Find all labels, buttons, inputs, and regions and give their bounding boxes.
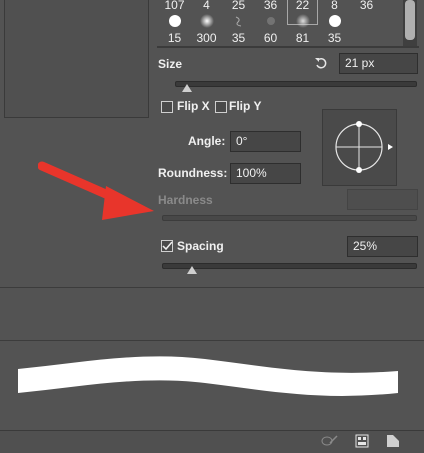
hard-round-brush-icon: [328, 15, 341, 27]
preset-size-label: 25: [231, 0, 246, 12]
brush-angle-icon: [335, 121, 393, 173]
preset-size-label: 35: [327, 31, 342, 45]
hardness-slider-track: [162, 215, 417, 221]
roundness-input[interactable]: 100%: [230, 163, 301, 184]
preset-35b[interactable]: 35: [320, 12, 349, 45]
size-slider-thumb[interactable]: [182, 84, 192, 92]
size-slider-track[interactable]: [175, 81, 417, 87]
preset-36b[interactable]: 36: [352, 0, 381, 24]
airbrush-icon: [295, 14, 310, 28]
preset-size-label: 22: [295, 0, 310, 12]
preset-size-label: 4: [203, 0, 210, 12]
angle-input[interactable]: 0°: [230, 131, 301, 152]
spacing-slider-track[interactable]: [162, 263, 417, 269]
preset-size-label: 35: [231, 31, 246, 45]
section-divider: [0, 287, 424, 288]
brush-preset-grid: 107 4 25 36 22 8 36 15 300 35 60 81 35: [157, 0, 400, 48]
preset-grid-border: [157, 46, 419, 48]
brush-tip-list-panel: [4, 0, 149, 118]
brush-settings-icon[interactable]: [320, 434, 340, 448]
reset-icon[interactable]: [314, 56, 329, 70]
flip-y-label: Flip Y: [229, 99, 262, 113]
roundness-label: Roundness:: [158, 166, 228, 180]
grid-icon[interactable]: [355, 434, 369, 448]
flip-x-checkbox[interactable]: [161, 101, 173, 113]
preset-size-label: 15: [167, 31, 182, 45]
size-label: Size: [158, 57, 183, 71]
preset-size-label: 36: [359, 0, 374, 12]
checkmark-icon: [162, 241, 173, 251]
preset-size-label: 60: [263, 31, 278, 45]
hardness-label: Hardness: [158, 193, 213, 207]
preset-300[interactable]: 300: [192, 12, 221, 45]
hard-round-brush-icon: [168, 15, 181, 27]
spacing-input[interactable]: 25%: [347, 236, 418, 257]
red-arrow-annotation: [38, 161, 154, 220]
flip-x-label: Flip X: [177, 99, 210, 113]
spacing-checkbox[interactable]: [161, 240, 173, 252]
preset-size-label: 8: [331, 0, 338, 12]
new-preset-icon[interactable]: [386, 434, 400, 448]
preset-60[interactable]: 60: [256, 12, 285, 45]
preset-15[interactable]: 15: [160, 12, 189, 45]
scatter-brush-icon: [235, 16, 241, 27]
spacing-slider-thumb[interactable]: [187, 266, 197, 274]
preset-size-label: 107: [164, 0, 185, 12]
preset-scrollbar-thumb[interactable]: [405, 0, 415, 40]
angle-roundness-widget[interactable]: [322, 109, 397, 186]
spatter-brush-icon: [266, 17, 275, 25]
hardness-input: [347, 189, 418, 210]
preset-size-label: 81: [295, 31, 310, 45]
preset-size-label: 36: [263, 0, 278, 12]
angle-label: Angle:: [188, 134, 226, 148]
size-input[interactable]: 21 px: [339, 53, 418, 74]
preset-81[interactable]: 81: [288, 12, 317, 45]
flip-y-checkbox[interactable]: [215, 101, 227, 113]
preset-size-label: 300: [196, 31, 217, 45]
spacing-label: Spacing: [177, 239, 224, 253]
brush-stroke-preview: [18, 356, 398, 396]
soft-round-brush-icon: [199, 14, 214, 28]
preset-35[interactable]: 35: [224, 12, 253, 45]
